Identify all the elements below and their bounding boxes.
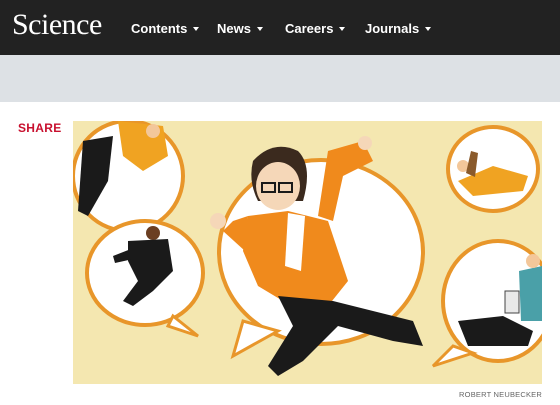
nav-careers[interactable]: Careers xyxy=(285,19,346,39)
chevron-down-icon xyxy=(256,27,263,31)
science-logo[interactable]: Science xyxy=(12,5,102,45)
speech-bubbles-illustration xyxy=(73,121,542,376)
nav-contents-label: Contents xyxy=(131,21,188,36)
image-credit: ROBERT NEUBECKER xyxy=(459,390,542,399)
nav-journals[interactable]: Journals xyxy=(365,19,432,39)
nav-news[interactable]: News xyxy=(217,19,263,39)
share-button[interactable]: SHARE xyxy=(18,121,62,135)
nav-news-label: News xyxy=(217,21,251,36)
nav-journals-label: Journals xyxy=(365,21,420,36)
article-illustration xyxy=(73,121,542,384)
chevron-down-icon xyxy=(425,27,432,31)
top-navigation-bar: Science Contents News Careers Journals xyxy=(0,0,560,55)
nav-careers-label: Careers xyxy=(285,21,334,36)
ad-banner xyxy=(0,55,560,102)
chevron-down-icon xyxy=(193,27,200,31)
nav-contents[interactable]: Contents xyxy=(131,19,200,39)
chevron-down-icon xyxy=(339,27,346,31)
